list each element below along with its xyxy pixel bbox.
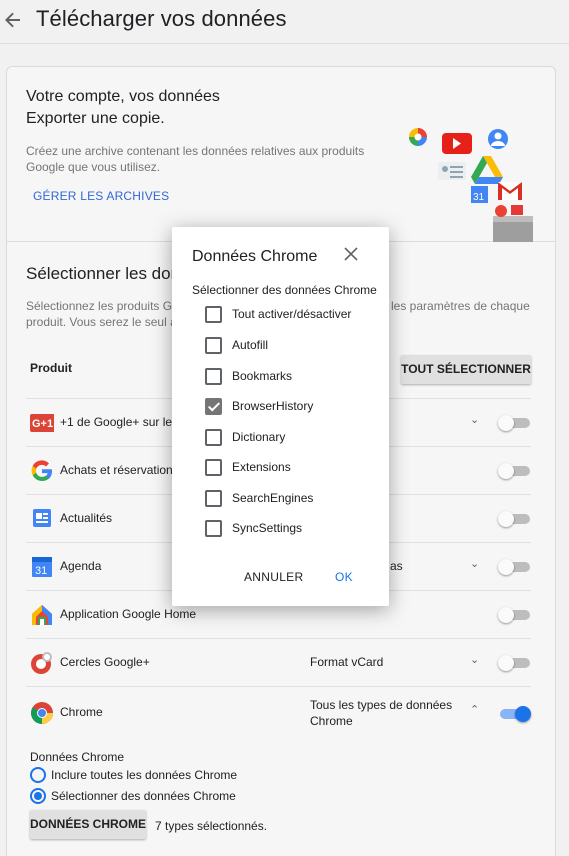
- checkbox[interactable]: [205, 398, 222, 415]
- checkbox-label: SyncSettings: [232, 521, 303, 535]
- checkbox[interactable]: [205, 520, 222, 537]
- checkbox-label: Bookmarks: [232, 369, 293, 383]
- checkbox[interactable]: [205, 490, 222, 507]
- checkbox-label: Dictionary: [232, 430, 286, 444]
- checkbox-label: Tout activer/désactiver: [232, 307, 352, 321]
- checkbox[interactable]: [205, 306, 222, 323]
- checkbox-label: SearchEngines: [232, 491, 314, 505]
- checkbox[interactable]: [205, 337, 222, 354]
- ok-button[interactable]: OK: [335, 570, 353, 584]
- checkbox[interactable]: [205, 368, 222, 385]
- checkbox-label: Autofill: [232, 338, 269, 352]
- chrome-data-dialog: Données Chrome Sélectionner des données …: [172, 227, 389, 606]
- close-icon[interactable]: [344, 245, 358, 265]
- cancel-button[interactable]: ANNULER: [244, 570, 303, 584]
- dialog-title: Données Chrome: [192, 248, 318, 265]
- checkbox-label: BrowserHistory: [232, 399, 314, 413]
- checkbox[interactable]: [205, 459, 222, 476]
- dialog-subtitle: Sélectionner des données Chrome: [192, 283, 377, 297]
- checkbox[interactable]: [205, 429, 222, 446]
- checkbox-label: Extensions: [232, 460, 291, 474]
